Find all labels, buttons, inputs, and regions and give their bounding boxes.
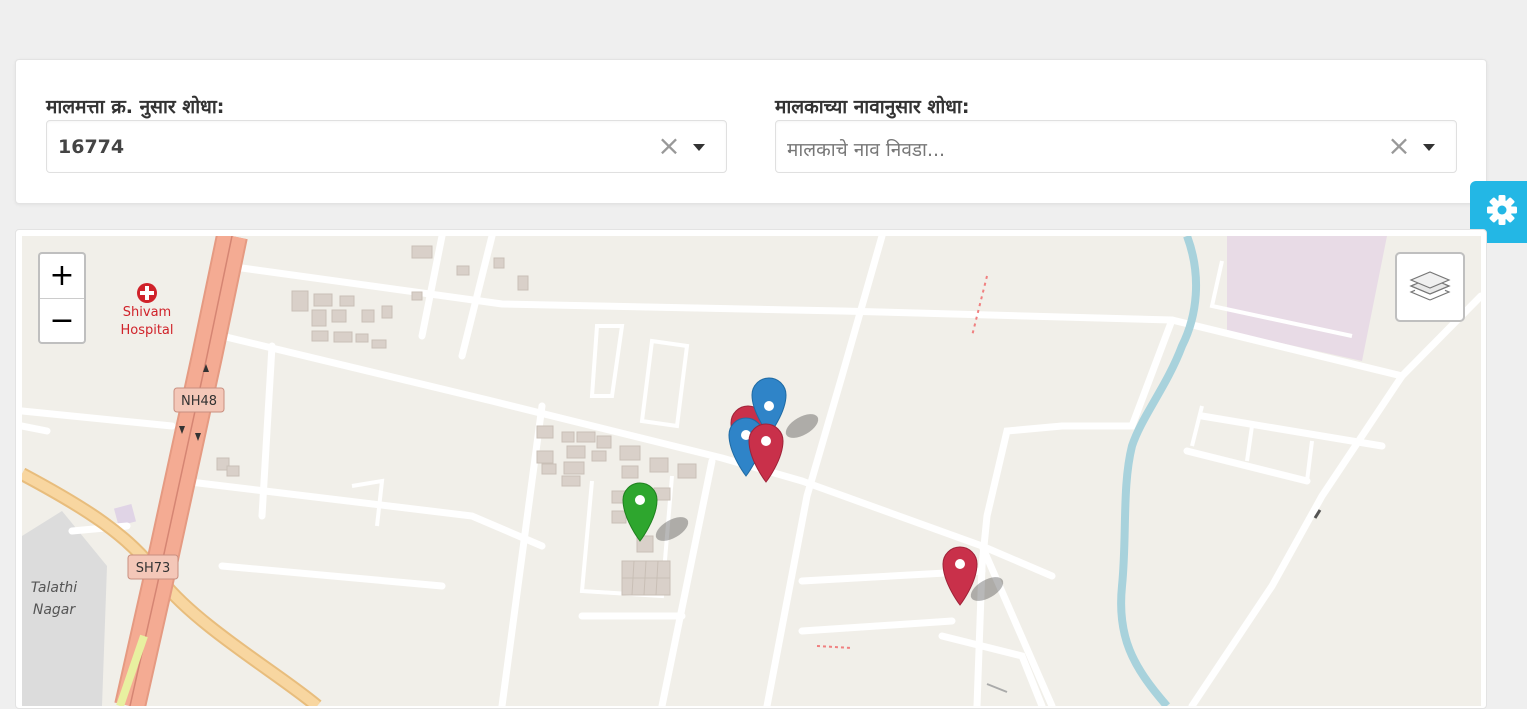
property-number-value: 16774 [58, 136, 125, 158]
zoom-out-button[interactable]: − [40, 299, 84, 343]
owner-search-label: मालकाच्या नावानुसार शोधा: [775, 96, 970, 118]
property-search-label: मालमत्ता क्र. नुसार शोधा: [46, 96, 225, 118]
map-label-hospital: Shivam [123, 305, 171, 320]
map-label-sh73: SH73 [136, 561, 171, 576]
map-label-nagar: Nagar [33, 602, 77, 618]
owner-name-placeholder: मालकाचे नाव निवडा... [787, 139, 946, 161]
clear-icon[interactable]: × [657, 132, 681, 160]
owner-name-select[interactable]: मालकाचे नाव निवडा... × [775, 120, 1457, 173]
property-number-select[interactable]: 16774 × [46, 120, 727, 173]
map-label-nh48: NH48 [181, 394, 217, 409]
map-label-hospital-2: Hospital [120, 323, 173, 338]
chevron-down-icon[interactable] [1423, 144, 1435, 151]
layers-button[interactable] [1395, 252, 1465, 322]
map-view[interactable]: Shivam Hospital NH48 SH73 Talathi Nagar … [22, 236, 1481, 706]
map-tiles: Shivam Hospital NH48 SH73 Talathi Nagar [22, 236, 1481, 706]
map-label-talathi: Talathi [31, 580, 77, 596]
zoom-in-button[interactable]: + [40, 254, 84, 299]
search-card: मालमत्ता क्र. नुसार शोधा: 16774 × मालकाच… [15, 59, 1487, 204]
chevron-down-icon[interactable] [693, 144, 705, 151]
layers-icon [1409, 271, 1451, 301]
zoom-control: + − [38, 252, 86, 344]
clear-icon[interactable]: × [1387, 132, 1411, 160]
